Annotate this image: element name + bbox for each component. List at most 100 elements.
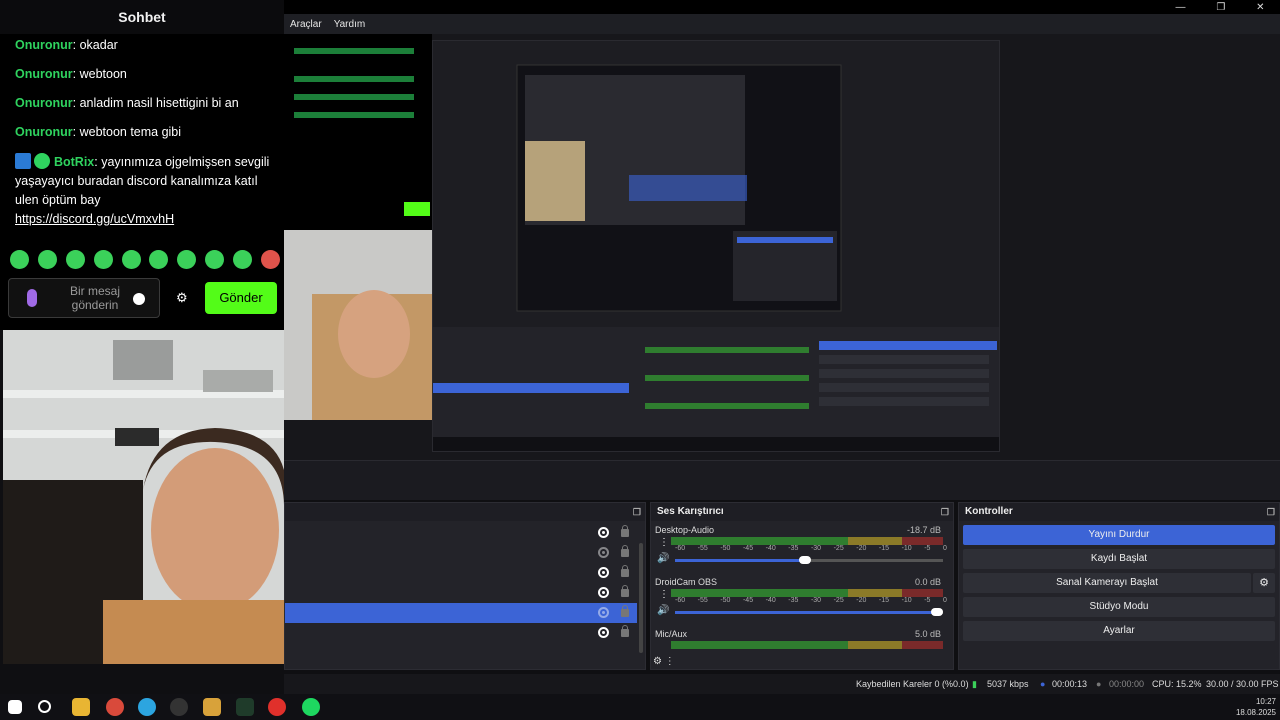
obs-icon[interactable] xyxy=(170,698,188,716)
window-controls: — ❐ ✕ xyxy=(1160,0,1280,14)
kebab-icon[interactable]: ⋮ xyxy=(659,589,669,600)
source-row[interactable] xyxy=(285,543,637,563)
gear-icon[interactable]: ⚙ xyxy=(176,290,188,306)
lock-icon[interactable] xyxy=(621,525,629,537)
file-explorer-icon[interactable] xyxy=(72,698,90,716)
stream-icon: ● xyxy=(1040,679,1046,689)
emote-icon[interactable] xyxy=(10,250,29,269)
studio-mode-button[interactable]: Stüdyo Modu xyxy=(963,597,1275,617)
channel-name: Desktop-Audio xyxy=(655,525,715,535)
telegram-icon[interactable] xyxy=(138,698,156,716)
menu-help[interactable]: Yardım xyxy=(334,19,366,30)
opera-icon[interactable] xyxy=(268,698,286,716)
level-meter xyxy=(671,641,943,649)
gear-icon[interactable]: ⚙ xyxy=(653,656,662,667)
volume-slider[interactable] xyxy=(675,608,943,616)
lock-icon[interactable] xyxy=(621,625,629,637)
audio-mixer-dock: Ses Karıştırıcı ❐ Desktop-Audio -18.7 dB… xyxy=(650,502,954,670)
lock-icon[interactable] xyxy=(621,605,629,617)
eye-off-icon[interactable] xyxy=(598,607,609,618)
bot-badge-icon xyxy=(15,153,31,169)
emote-icon[interactable] xyxy=(93,250,113,269)
float-icon[interactable]: ❐ xyxy=(633,503,641,521)
chat-username[interactable]: Onuronur xyxy=(15,67,73,81)
settings-button[interactable]: Ayarlar xyxy=(963,621,1275,641)
chat-username[interactable]: BotRix xyxy=(54,155,94,169)
close-icon[interactable]: ✕ xyxy=(1256,2,1264,13)
eye-icon[interactable] xyxy=(598,527,609,538)
emote-icon[interactable] xyxy=(149,250,169,269)
emoji-icon[interactable] xyxy=(133,293,145,305)
channel-db: 5.0 dB xyxy=(914,629,941,639)
eye-icon[interactable] xyxy=(598,587,609,598)
lock-icon[interactable] xyxy=(621,565,629,577)
emote-icon[interactable] xyxy=(260,250,280,269)
discord-link[interactable]: https://discord.gg/ucVmxvhH xyxy=(15,212,174,226)
kebab-icon[interactable]: ⋮ xyxy=(659,537,669,548)
source-row[interactable] xyxy=(285,563,637,583)
fps: 30.00 / 30.00 FPS xyxy=(1206,679,1279,689)
chat-text: : webtoon tema gibi xyxy=(72,125,182,139)
emote-icon[interactable] xyxy=(65,250,85,269)
chat-username[interactable]: Onuronur xyxy=(15,96,73,110)
chat-input[interactable]: Bir mesaj gönderin xyxy=(8,278,160,318)
chat-username[interactable]: Onuronur xyxy=(15,38,73,52)
source-row[interactable] xyxy=(285,523,637,543)
preview-canvas xyxy=(433,41,999,451)
minimize-icon[interactable]: — xyxy=(1175,2,1185,13)
microphone-icon[interactable] xyxy=(27,289,37,307)
search-icon[interactable] xyxy=(38,700,51,713)
emote-icon[interactable] xyxy=(121,250,141,269)
sources-scrollbar[interactable] xyxy=(639,543,643,653)
speaker-icon[interactable]: 🔊 xyxy=(657,553,669,564)
emote-bar xyxy=(10,250,280,269)
audition-icon[interactable] xyxy=(236,698,254,716)
spotify-icon[interactable] xyxy=(302,698,320,716)
lock-icon[interactable] xyxy=(621,585,629,597)
level-meter xyxy=(671,537,943,545)
chrome-icon[interactable] xyxy=(106,698,124,716)
channel-db: 0.0 dB xyxy=(914,577,941,587)
volume-slider[interactable] xyxy=(675,556,943,564)
mixer-header: Ses Karıştırıcı ❐ xyxy=(651,503,953,521)
mixer-title: Ses Karıştırıcı xyxy=(657,506,724,517)
start-virtualcam-button[interactable]: Sanal Kamerayı Başlat xyxy=(963,573,1251,593)
controls-title: Kontroller xyxy=(965,506,1013,517)
chat-message: Onuronur: anladim nasil hisettigini bi a… xyxy=(15,94,277,113)
emote-icon[interactable] xyxy=(205,250,225,269)
controls-header: Kontroller ❐ xyxy=(959,503,1279,521)
eye-icon[interactable] xyxy=(598,567,609,578)
kebab-icon[interactable]: ⋮ xyxy=(665,656,675,667)
start-recording-button[interactable]: Kaydı Başlat xyxy=(963,549,1275,569)
eye-off-icon[interactable] xyxy=(598,547,609,558)
emote-icon[interactable] xyxy=(177,250,197,269)
windows-start-icon[interactable] xyxy=(8,700,22,714)
mixer-channel: Desktop-Audio -18.7 dB ⋮ -60 -55 -50 -45 -40… xyxy=(655,525,947,564)
source-row-selected[interactable] xyxy=(285,603,637,623)
webcam-feed xyxy=(3,330,284,664)
mixer-footer: ⚙ ⋮ xyxy=(653,656,675,667)
menu-tools[interactable]: Araçlar xyxy=(290,19,322,30)
cpu-usage: CPU: 15.2% xyxy=(1152,679,1202,689)
app-icon[interactable] xyxy=(203,698,221,716)
virtualcam-settings-button[interactable]: ⚙ xyxy=(1253,573,1275,593)
send-button[interactable]: Gönder xyxy=(205,282,277,314)
speaker-icon[interactable]: 🔊 xyxy=(657,605,669,616)
level-meter xyxy=(671,589,943,597)
clock: 10:27 18.08.2025 xyxy=(1236,696,1276,718)
source-row[interactable] xyxy=(285,583,637,603)
eye-icon[interactable] xyxy=(598,627,609,638)
chat-username[interactable]: Onuronur xyxy=(15,125,73,139)
source-row[interactable] xyxy=(285,623,637,643)
stop-stream-button[interactable]: Yayını Durdur xyxy=(963,525,1275,545)
clock-date: 18.08.2025 xyxy=(1235,708,1276,717)
maximize-icon[interactable]: ❐ xyxy=(1216,2,1225,13)
float-icon[interactable]: ❐ xyxy=(1267,503,1275,521)
lock-icon[interactable] xyxy=(621,545,629,557)
emote-icon[interactable] xyxy=(233,250,252,269)
float-icon[interactable]: ❐ xyxy=(941,503,949,521)
emote-icon[interactable] xyxy=(37,250,57,269)
stream-preview[interactable] xyxy=(432,40,1000,452)
record-time: 00:00:00 xyxy=(1109,679,1145,689)
status-bar: Kaybedilen Kareler 0 (%0.0) ▮ 5037 kbps … xyxy=(284,674,1280,694)
